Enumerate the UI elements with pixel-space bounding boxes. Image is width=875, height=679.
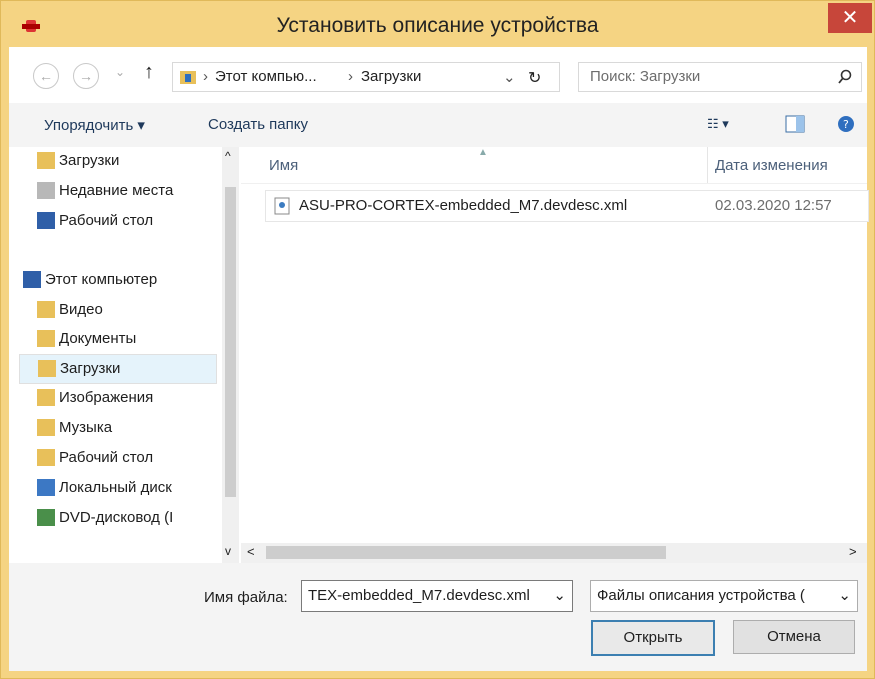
up-button[interactable]: ↑ <box>144 61 154 84</box>
scroll-right-icon[interactable]: > <box>849 544 857 559</box>
desktop-folder-icon <box>37 449 55 466</box>
hscrollbar-thumb[interactable] <box>266 546 666 559</box>
column-separator[interactable] <box>707 147 708 183</box>
svg-text:?: ? <box>843 118 849 131</box>
tree-item-desktop[interactable]: Рабочий стол <box>19 207 215 235</box>
scrollbar-thumb[interactable] <box>225 187 236 497</box>
address-bar[interactable]: › Этот компью... › Загрузки ⌄ ↻ <box>172 62 560 92</box>
dialog-window: Установить описание устройства ✕ ← → ⌄ ↑… <box>0 0 875 679</box>
local-disk-icon <box>37 479 55 496</box>
file-name: ASU-PRO-CORTEX-embedded_M7.devdesc.xml <box>299 197 628 214</box>
list-header: Имя ▲ Дата изменения <box>241 147 867 184</box>
column-name[interactable]: Имя <box>269 157 298 174</box>
downloads-folder-icon <box>37 152 55 169</box>
command-toolbar: Упорядочить ▾ Создать папку ☷ ▾ ? <box>9 103 867 148</box>
search-placeholder: Поиск: Загрузки <box>590 68 701 85</box>
search-icon <box>838 69 852 84</box>
tree-item-recent-places[interactable]: Недавние места <box>19 177 215 205</box>
navpane-scrollbar[interactable]: ^ v <box>222 147 239 563</box>
dvd-drive-icon <box>37 509 55 526</box>
tree-item-pictures[interactable]: Изображения <box>19 384 215 412</box>
dialog-body: ← → ⌄ ↑ › Этот компью... › Загрузки ⌄ ↻ … <box>9 47 869 671</box>
file-list: Имя ▲ Дата изменения ASU-PRO-CORTEX-embe… <box>241 147 869 563</box>
filelist-hscrollbar[interactable]: < > <box>241 543 867 563</box>
chevron-down-icon[interactable]: ⌄ <box>553 586 566 604</box>
pictures-folder-icon <box>37 389 55 406</box>
breadcrumb-downloads[interactable]: Загрузки <box>361 68 421 85</box>
preview-pane-icon[interactable] <box>785 115 805 133</box>
computer-icon <box>23 271 41 288</box>
chevron-down-icon[interactable]: ⌄ <box>838 586 851 604</box>
help-icon[interactable]: ? <box>837 115 855 133</box>
tree-item-video[interactable]: Видео <box>19 296 215 324</box>
tree-item-this-pc[interactable]: Этот компьютер <box>19 266 215 294</box>
chevron-down-icon[interactable]: ⌄ <box>503 68 516 86</box>
sort-arrow-icon: ▲ <box>478 147 488 158</box>
bottom-panel: Имя файла: TEX-embedded_M7.devdesc.xml ⌄… <box>9 563 867 671</box>
music-folder-icon <box>37 419 55 436</box>
tree-item-music[interactable]: Музыка <box>19 414 215 442</box>
refresh-button[interactable]: ↻ <box>528 68 541 88</box>
new-folder-button[interactable]: Создать папку <box>208 116 308 133</box>
forward-button[interactable]: → <box>73 63 99 89</box>
recent-locations-icon[interactable]: ⌄ <box>115 65 125 79</box>
tree-item-desktop-folder[interactable]: Рабочий стол <box>19 444 215 472</box>
close-button[interactable]: ✕ <box>828 3 872 33</box>
video-folder-icon <box>37 301 55 318</box>
tree-item-downloads[interactable]: Загрузки <box>19 354 217 384</box>
xml-file-icon <box>274 197 290 215</box>
tree-item-local-disk[interactable]: Локальный диск <box>19 474 215 502</box>
file-row[interactable]: ASU-PRO-CORTEX-embedded_M7.devdesc.xml 0… <box>265 190 869 222</box>
file-date: 02.03.2020 12:57 <box>715 197 832 214</box>
view-options-icon[interactable]: ☷ ▾ <box>707 116 729 132</box>
breadcrumb-computer[interactable]: Этот компью... <box>215 68 317 85</box>
scroll-down-icon[interactable]: v <box>225 544 231 558</box>
documents-folder-icon <box>37 330 55 347</box>
cancel-button[interactable]: Отмена <box>733 620 855 654</box>
tree-item-downloads-favorites[interactable]: Загрузки <box>19 147 215 175</box>
tree-item-dvd[interactable]: DVD-дисковод (I <box>19 504 215 532</box>
scroll-up-icon[interactable]: ^ <box>225 149 231 163</box>
back-button[interactable]: ← <box>33 63 59 89</box>
navigation-bar: ← → ⌄ ↑ › Этот компью... › Загрузки ⌄ ↻ … <box>9 47 867 103</box>
search-input[interactable]: Поиск: Загрузки <box>578 62 862 92</box>
scroll-left-icon[interactable]: < <box>247 544 255 559</box>
downloads-folder-icon <box>180 71 196 84</box>
column-date[interactable]: Дата изменения <box>715 157 828 174</box>
downloads-folder-icon <box>38 360 56 377</box>
filename-label: Имя файла: <box>204 589 288 606</box>
open-button[interactable]: Открыть <box>591 620 715 656</box>
title-bar: Установить описание устройства ✕ <box>1 1 874 47</box>
navigation-pane: Загрузки Недавние места Рабочий стол Это… <box>9 147 241 563</box>
organize-button[interactable]: Упорядочить ▾ <box>44 116 145 134</box>
recent-places-icon <box>37 182 55 199</box>
desktop-icon <box>37 212 55 229</box>
window-title: Установить описание устройства <box>276 14 599 37</box>
filename-input[interactable]: TEX-embedded_M7.devdesc.xml ⌄ <box>301 580 573 612</box>
filetype-select[interactable]: Файлы описания устройства ( ⌄ <box>590 580 858 612</box>
tree-item-documents[interactable]: Документы <box>19 325 215 353</box>
